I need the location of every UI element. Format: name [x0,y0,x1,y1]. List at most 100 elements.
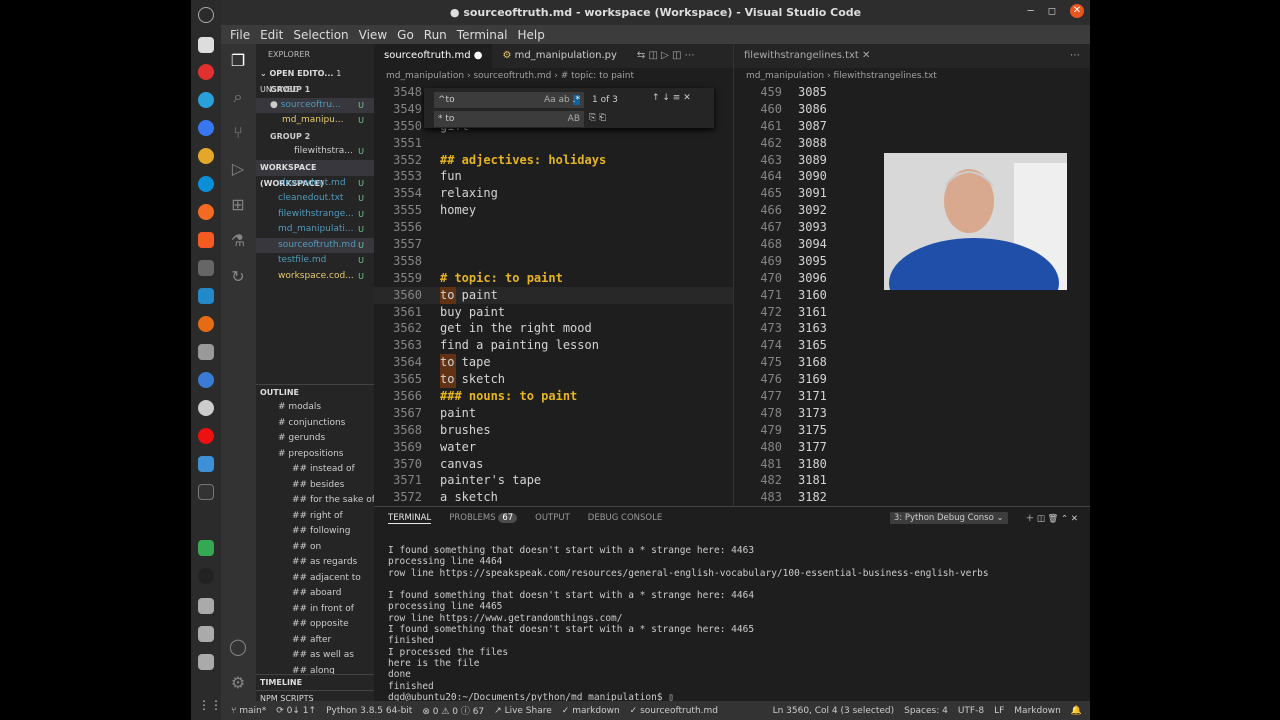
code-line[interactable]: 460 3086 [734,101,1090,118]
code-line[interactable]: 3568 brushes [374,422,733,439]
markdown-status[interactable]: ✓ markdown [562,706,620,716]
sheet-dock-icon[interactable] [198,540,214,556]
python-status[interactable]: Python 3.8.5 64-bit [326,706,412,716]
outline-item[interactable]: ## along [256,664,374,674]
open-editor-item[interactable]: ● sourceoftru... U [256,97,374,113]
outline-item[interactable]: ## after [256,633,374,649]
open-editor-item[interactable]: filewithstra... U [256,144,374,160]
live-share-icon[interactable]: ↻ [229,268,247,286]
menu-help[interactable]: Help [513,28,550,42]
eol-status[interactable]: LF [994,706,1004,716]
telegram-dock-icon[interactable] [198,92,214,108]
file-status[interactable]: ✓ sourceoftruth.md [630,706,718,716]
find-nav-icons[interactable]: ↑ ↓ ≡ ✕ [652,93,691,103]
files-dock-icon[interactable] [198,37,214,53]
code-line[interactable]: 3555 homey [374,202,733,219]
drive2-dock-icon[interactable] [198,626,214,642]
code-line[interactable]: 3570 canvas [374,456,733,473]
app3-dock-icon[interactable] [198,344,214,360]
breadcrumb-2[interactable]: md_manipulation › filewithstrangelines.t… [734,68,1090,84]
code-line[interactable]: 459 3085 [734,84,1090,101]
outline-item[interactable]: # modals [256,400,374,416]
app-dock-icon[interactable] [198,260,214,276]
menu-selection[interactable]: Selection [288,28,353,42]
more-actions-icon[interactable]: ⋯ [1060,44,1090,68]
npm-scripts-section[interactable]: NPM SCRIPTS [256,690,374,701]
file-item[interactable]: sourceoftruth.md U [256,237,374,253]
app2-dock-icon[interactable] [198,316,214,332]
problems-status[interactable]: ⊗ 0 ⚠ 0 ⓘ 67 [422,704,484,717]
code-line[interactable]: 477 3171 [734,388,1090,405]
explorer-icon[interactable]: ❐ [229,52,247,70]
code-line[interactable]: 3571 painter's tape [374,472,733,489]
timeline-section[interactable]: TIMELINE [256,674,374,690]
accounts-icon[interactable]: ◯ [229,638,247,656]
firefox-dock-icon[interactable] [198,204,214,220]
brave-dock-icon[interactable] [198,232,214,248]
code-line[interactable]: 3565 to sketch [374,371,733,389]
file-item[interactable]: cleanedout.txt U [256,191,374,207]
drive1-dock-icon[interactable] [198,598,214,614]
tab-debug-console[interactable]: DEBUG CONSOLE [588,513,662,523]
code-line[interactable]: 3558 [374,253,733,270]
workspace-section[interactable]: WORKSPACE (WORKSPACE) [256,159,374,188]
code-area[interactable]: 354835493550gift35513552## adjectives: h… [374,84,733,506]
code-line[interactable]: 3556 [374,219,733,236]
encoding-status[interactable]: UTF-8 [958,706,984,716]
code-line[interactable]: 481 3180 [734,456,1090,473]
code-line[interactable]: 3551 [374,135,733,152]
outline-item[interactable]: ## following [256,524,374,540]
menu-view[interactable]: View [354,28,392,42]
editor-dock-icon[interactable] [198,456,214,472]
code-line[interactable]: 3566 ### nouns: to paint [374,388,733,405]
cursor-position[interactable]: Ln 3560, Col 4 (3 selected) [773,706,895,716]
code-line[interactable]: 478 3173 [734,405,1090,422]
tab-terminal[interactable]: TERMINAL [388,513,432,524]
terminal-actions-icons[interactable]: ＋ ◫ 🗑 ⌃ ✕ [1026,512,1078,524]
code-line[interactable]: 3561 buy paint [374,304,733,321]
find-input[interactable]: ^to Aa ab .* [434,92,584,108]
terminal-dock-icon[interactable] [198,484,214,500]
apps-grid-icon[interactable]: ⋮⋮ [198,697,222,713]
code-line[interactable]: 3557 [374,236,733,253]
run-debug-icon[interactable]: ▷ [229,160,247,178]
menu-go[interactable]: Go [392,28,419,42]
code-line[interactable]: 473 3163 [734,320,1090,337]
file-item[interactable]: cleanedout.md U [256,176,374,192]
file-item[interactable]: testfile.md U [256,253,374,269]
outline-item[interactable]: ## adjacent to [256,571,374,587]
vscode-dock-icon[interactable] [198,288,214,304]
code-line[interactable]: 480 3177 [734,439,1090,456]
signal-dock-icon[interactable] [198,120,214,136]
tab-filewithstrangelines[interactable]: filewithstrangelines.txt ✕ [734,44,881,68]
tab-md-manipulation[interactable]: ⚙ md_manipulation.py [492,44,626,68]
app5-dock-icon[interactable] [198,400,214,416]
outline-item[interactable]: ## besides [256,478,374,494]
language-status[interactable]: Markdown [1014,706,1060,716]
testing-icon[interactable]: ⚗ [229,232,247,250]
replace-input[interactable]: * to AB [434,111,584,127]
branch-status[interactable]: ⑂ main* [231,706,266,716]
code-line[interactable]: 474 3165 [734,337,1090,354]
code-line[interactable]: 461 3087 [734,118,1090,135]
skype-dock-icon[interactable] [198,176,214,192]
code-line[interactable]: 3567 paint [374,405,733,422]
code-line[interactable]: 3569 water [374,439,733,456]
breadcrumb[interactable]: md_manipulation › sourceoftruth.md › # t… [374,68,733,84]
replace-buttons-icon[interactable]: ⎘ ⎗ [589,113,606,123]
manage-gear-icon[interactable]: ⚙ [229,674,247,692]
close-icon[interactable]: ✕ [1070,4,1084,18]
file-item[interactable]: workspace.cod... U [256,269,374,285]
settings-dock-icon[interactable] [198,7,214,23]
code-line[interactable]: 3562 get in the right mood [374,320,733,337]
outline-item[interactable]: ## opposite [256,617,374,633]
menu-file[interactable]: File [225,28,255,42]
youtube-dock-icon[interactable] [198,64,214,80]
code-line[interactable]: 483 3182 [734,489,1090,506]
tab-sourceoftruth[interactable]: sourceoftruth.md ● [374,44,493,68]
code-line[interactable]: 3554 relaxing [374,185,733,202]
app4-dock-icon[interactable] [198,372,214,388]
code-area-2[interactable]: 459 3085 460 3086 461 3087 462 3088 463 3089 464 30… [734,84,1090,506]
open-editor-item[interactable]: md_manipu... U [256,113,374,129]
outline-item[interactable]: # conjunctions [256,416,374,432]
